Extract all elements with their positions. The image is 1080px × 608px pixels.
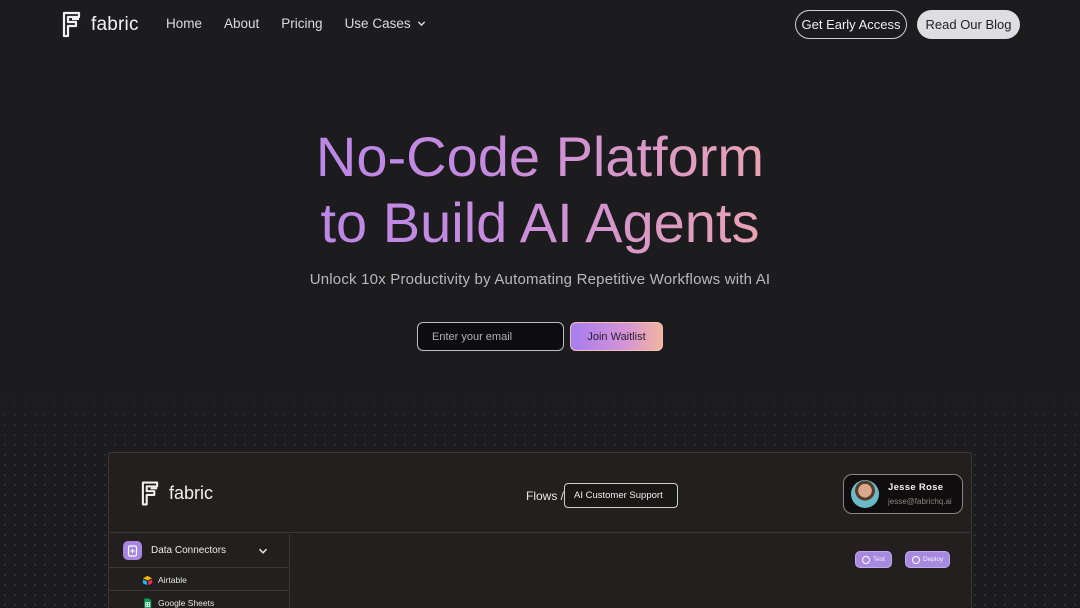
- hero-subtitle: Unlock 10x Productivity by Automating Re…: [309, 271, 771, 288]
- sidebar-item-label: Google Sheets: [158, 598, 215, 608]
- airtable-icon: [142, 575, 153, 586]
- shield-icon: [912, 555, 920, 564]
- deploy-label: Deploy: [923, 556, 944, 563]
- data-connectors-label: Data Connectors: [151, 545, 227, 556]
- sidebar-item-google-sheets[interactable]: Google Sheets: [109, 592, 289, 608]
- user-profile-card[interactable]: Jesse Rose jesse@fabrichq.ai: [843, 474, 963, 514]
- data-connectors-section[interactable]: Data Connectors: [109, 534, 289, 568]
- flows-breadcrumb[interactable]: Flows /: [526, 489, 564, 503]
- nav-link-home[interactable]: Home: [166, 16, 202, 31]
- user-email: jesse@fabrichq.ai: [888, 497, 952, 506]
- avatar: [851, 480, 879, 508]
- brand-logo[interactable]: fabric: [62, 11, 139, 38]
- hero-title: No-Code Platform to Build AI Agents: [0, 124, 1080, 256]
- app-preview: fabric Flows / AI Customer Support Jesse…: [108, 452, 972, 608]
- fabric-logo-icon: [141, 481, 159, 506]
- landing-page: fabric Home About Pricing Use Cases Get …: [0, 0, 1080, 608]
- sidebar-item-airtable[interactable]: Airtable: [109, 569, 289, 591]
- google-sheets-icon: [144, 598, 152, 608]
- nav-links: Home About Pricing Use Cases: [166, 16, 426, 31]
- nav-link-pricing[interactable]: Pricing: [281, 16, 322, 31]
- top-nav: fabric Home About Pricing Use Cases Get …: [0, 0, 1080, 48]
- chevron-down-icon: [417, 21, 425, 27]
- user-name: Jesse Rose: [888, 482, 944, 493]
- hero-title-line-2: to Build AI Agents: [320, 191, 760, 254]
- hero-title-line-1: No-Code Platform: [315, 125, 765, 188]
- brand-name: fabric: [91, 13, 139, 35]
- nav-link-about[interactable]: About: [224, 16, 259, 31]
- app-brand-logo: fabric: [141, 480, 213, 507]
- nav-link-use-cases-label: Use Cases: [344, 16, 411, 31]
- chevron-down-icon: [258, 548, 268, 554]
- read-our-blog-button[interactable]: Read Our Blog: [917, 10, 1020, 39]
- sidebar-item-label: Airtable: [158, 575, 187, 585]
- flow-name-field[interactable]: AI Customer Support: [564, 483, 678, 508]
- test-icon: [862, 555, 870, 564]
- email-input[interactable]: [417, 322, 564, 351]
- test-button[interactable]: Test: [855, 551, 892, 568]
- app-brand-name: fabric: [169, 483, 214, 503]
- app-preview-header: fabric Flows / AI Customer Support Jesse…: [109, 453, 971, 533]
- app-sidebar: Data Connectors Airtable Google Sheets: [109, 534, 290, 608]
- nav-link-use-cases[interactable]: Use Cases: [345, 16, 426, 31]
- test-label: Test: [873, 556, 885, 563]
- deploy-button[interactable]: Deploy: [905, 551, 951, 568]
- data-connector-icon: [123, 541, 142, 560]
- get-early-access-button[interactable]: Get Early Access: [795, 10, 907, 39]
- join-waitlist-button[interactable]: Join Waitlist: [570, 322, 663, 351]
- fabric-logo-icon: [62, 11, 81, 38]
- flow-canvas: Test Deploy: [291, 534, 971, 608]
